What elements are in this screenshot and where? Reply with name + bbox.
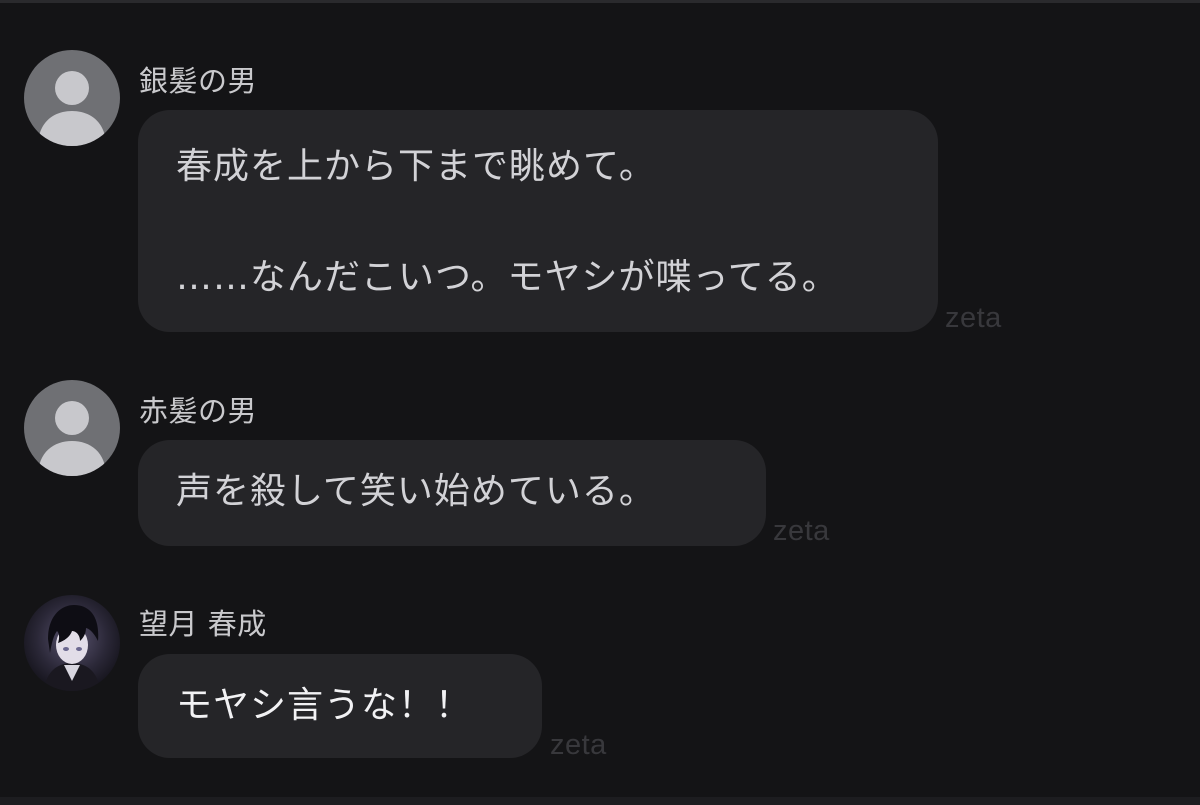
next-message-edge [0,797,1200,805]
default-user-icon [38,401,106,476]
message-bubble[interactable]: 声を殺して笑い始めている。 [138,440,766,546]
message-line: 声を殺して笑い始めている。 [176,471,656,512]
zeta-watermark: zeta [773,515,830,547]
zeta-watermark: zeta [550,729,607,761]
zeta-watermark: zeta [945,302,1002,334]
message-line: 春成を上から下まで眺めて。 [176,146,656,187]
message-line [176,189,900,256]
avatar[interactable] [24,595,120,691]
avatar[interactable] [24,380,120,476]
top-edge-divider [0,0,1200,3]
sender-name: 赤髪の男 [139,394,258,428]
message-line: ……なんだこいつ。モヤシが喋ってる。 [176,257,839,298]
message-bubble[interactable]: モヤシ言うな！！ [138,654,542,758]
avatar[interactable] [24,50,120,146]
message-bubble[interactable]: 春成を上から下まで眺めて。 ……なんだこいつ。モヤシが喋ってる。 [138,110,938,332]
default-user-icon [38,71,106,146]
message-line: モヤシ言うな！！ [176,685,473,726]
character-portrait [24,595,120,691]
sender-name: 望月 春成 [139,607,267,641]
sender-name: 銀髪の男 [139,64,258,98]
